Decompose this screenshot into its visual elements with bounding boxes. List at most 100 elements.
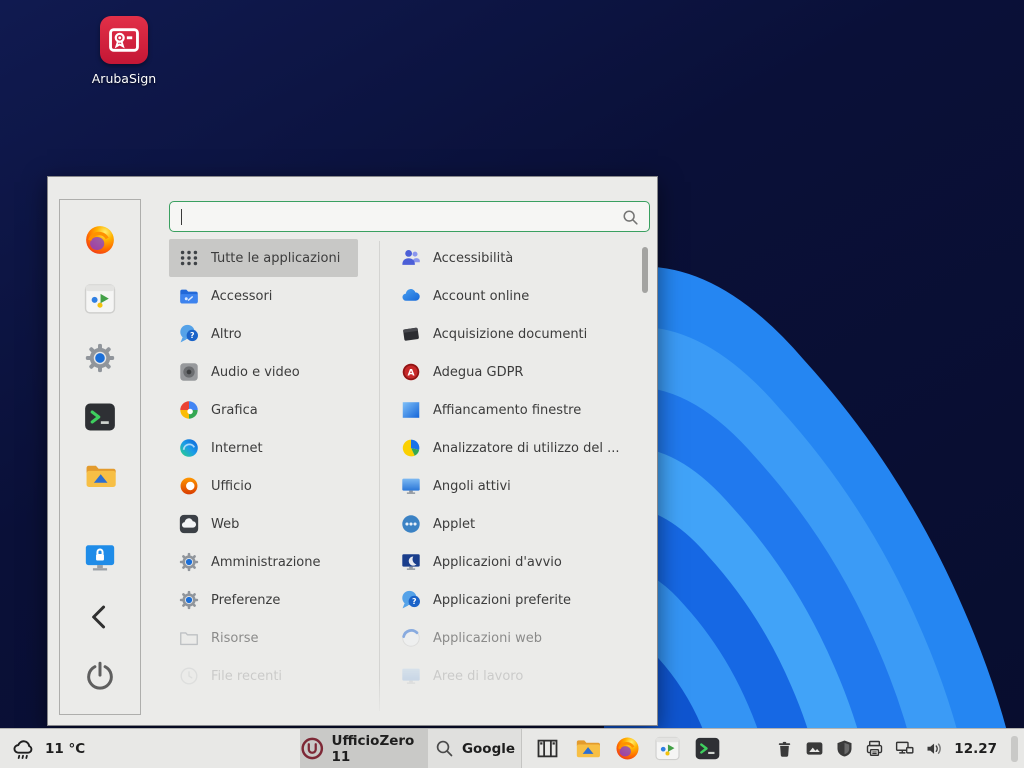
app-label: Acquisizione documenti [433,327,587,342]
firefox-launcher[interactable] [614,735,641,762]
category-label: Amministrazione [211,555,321,570]
app-label: Aree di lavoro [433,669,523,684]
category-all-applications[interactable]: Tutte le applicazioni [169,239,358,277]
volume-icon [924,738,945,759]
scrollbar-thumb[interactable] [642,247,648,293]
app-adegua-gdpr[interactable]: Adegua GDPR [391,353,643,391]
category-label: File recenti [211,669,282,684]
grid-icon [178,247,200,269]
category-label: Preferenze [211,593,280,608]
security-applet[interactable] [834,738,855,759]
firefox-launcher[interactable] [81,222,119,258]
app-applicazioni-avvio[interactable]: Applicazioni d'avvio [391,543,643,581]
app-label: Angoli attivi [433,479,511,494]
category-label: Accessori [211,289,272,304]
software-installer-launcher[interactable] [654,735,681,762]
app-acquisizione-documenti[interactable]: Acquisizione documenti [391,315,643,353]
printer-applet[interactable] [864,738,885,759]
trash-applet[interactable] [774,738,795,759]
terminal-launcher[interactable] [81,399,119,435]
category-label: Risorse [211,631,259,646]
app-angoli-attivi[interactable]: Angoli attivi [391,467,643,505]
circle-dots-icon [400,513,422,535]
window-list-button[interactable] [534,735,561,762]
application-list: Accessibilità Account online Acquisizion… [391,239,643,695]
app-applicazioni-preferite[interactable]: Applicazioni preferite [391,581,643,619]
category-ufficio[interactable]: Ufficio [169,467,383,505]
ufficiozero-logo-icon [300,735,325,762]
file-manager-launcher[interactable] [574,735,601,762]
palette-icon [178,399,200,421]
favorites-rail [59,199,141,715]
category-label: Internet [211,441,263,456]
category-grafica[interactable]: Grafica [169,391,383,429]
trash-icon [774,738,795,759]
wallpaper-bloom [604,210,1024,768]
category-accessori[interactable]: Accessori [169,277,383,315]
show-desktop-button[interactable] [1011,736,1018,762]
window-split-icon [400,399,422,421]
category-amministrazione[interactable]: Amministrazione [169,543,383,581]
taskbar: 11 °C UfficioZero 11 Google [0,728,1024,768]
menu-button[interactable]: UfficioZero 11 [300,729,428,768]
category-label: Audio e video [211,365,300,380]
category-web[interactable]: Web [169,505,383,543]
terminal-launcher[interactable] [694,735,721,762]
google-search-button[interactable]: Google [428,729,522,768]
category-list: Tutte le applicazioni Accessori Altro Au… [169,239,383,695]
category-internet[interactable]: Internet [169,429,383,467]
category-file-recenti[interactable]: File recenti [169,657,383,695]
screenshot-applet[interactable] [804,738,825,759]
application-menu: Tutte le applicazioni Accessori Altro Au… [47,176,658,726]
app-affiancamento-finestre[interactable]: Affiancamento finestre [391,391,643,429]
app-label: Account online [433,289,529,304]
chat-question-icon [178,323,200,345]
desktop-shortcut-arubasign[interactable]: ArubaSign [86,16,162,86]
file-manager-launcher[interactable] [81,458,119,494]
volume-applet[interactable] [924,738,945,759]
power-icon [83,659,117,693]
app-label: Applicazioni d'avvio [433,555,562,570]
chat-question-icon [400,589,422,611]
search-input[interactable] [170,202,649,231]
text-caret [181,209,182,225]
app-account-online[interactable]: Account online [391,277,643,315]
clock-icon [178,665,200,687]
back-button[interactable] [81,599,119,635]
category-altro[interactable]: Altro [169,315,383,353]
category-label: Grafica [211,403,258,418]
weather-applet[interactable]: 11 °C [10,729,85,768]
network-applet[interactable] [894,738,915,759]
software-installer-icon [654,735,681,762]
system-settings-launcher[interactable] [81,340,119,376]
category-risorse[interactable]: Risorse [169,619,383,657]
app-aree-di-lavoro[interactable]: Aree di lavoro [391,657,643,695]
software-installer-launcher[interactable] [81,281,119,317]
app-accessibilita[interactable]: Accessibilità [391,239,643,277]
app-applet[interactable]: Applet [391,505,643,543]
clock[interactable]: 12.27 [954,741,997,757]
app-label: Applicazioni web [433,631,542,646]
printer-icon [864,738,885,759]
power-button[interactable] [81,658,119,694]
software-installer-icon [83,282,117,316]
app-analizzatore-utilizzo[interactable]: Analizzatore di utilizzo del ... [391,429,643,467]
category-preferenze[interactable]: Preferenze [169,581,383,619]
firefox-icon [83,223,117,257]
column-divider [379,241,380,711]
folder-icon [83,459,117,493]
web-swirl-icon [400,627,422,649]
arubasign-certificate-icon [100,16,148,64]
category-audio-video[interactable]: Audio e video [169,353,383,391]
firefox-icon [614,735,641,762]
lock-screen-icon [83,541,117,575]
taskbar-launchers [534,729,721,768]
monitor-moon-icon [400,551,422,573]
lock-screen-button[interactable] [81,540,119,576]
app-label: Accessibilità [433,251,513,266]
system-tray: 12.27 [774,729,1018,768]
app-applicazioni-web[interactable]: Applicazioni web [391,619,643,657]
terminal-icon [83,400,117,434]
weather-temperature: 11 °C [45,741,85,757]
speaker-icon [178,361,200,383]
